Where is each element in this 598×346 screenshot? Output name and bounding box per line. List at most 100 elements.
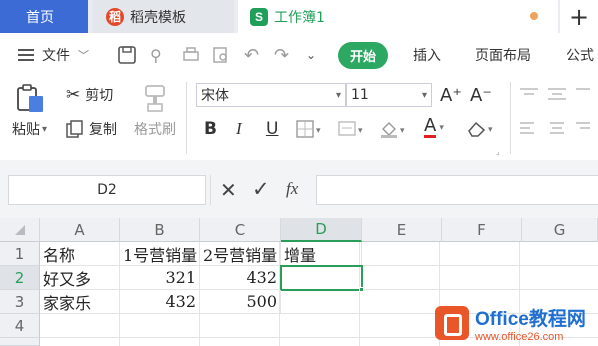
office-logo-icon [435,306,469,340]
redo-icon[interactable]: ↷ [274,33,289,77]
copy-label: 复制 [89,122,117,138]
copy-button[interactable]: 复制 [66,119,117,139]
paste-label: 粘贴 [12,122,40,138]
toolbar-divider [186,82,187,154]
name-box-value: D2 [97,182,117,198]
corner-triangle-icon [14,224,25,235]
fill-color-icon[interactable]: ▾ [380,120,408,138]
cell-a1[interactable]: 名称 [40,242,120,266]
insert-tab-label: 插入 [413,48,441,64]
row-header-3[interactable]: 3 [0,290,40,314]
cell-d1[interactable]: 增量 [281,242,362,266]
tab-bar: 首页 稻 稻壳模板 S 工作簿1 + [0,0,598,33]
watermark-url: www.office26.com [475,330,564,343]
format-painter-icon[interactable] [140,83,170,113]
chevron-down-icon: ﹀ [78,49,89,62]
save-icon[interactable] [118,33,136,77]
unsaved-dot-icon [530,12,538,20]
new-tab-button[interactable]: + [560,0,598,33]
paste-icon[interactable] [14,82,46,114]
paste-button[interactable]: 粘贴 ▾ [12,119,47,139]
cell-c2[interactable]: 432 [200,266,281,290]
cancel-icon[interactable]: ✕ [220,178,237,202]
format-painter-button[interactable]: 格式刷 [134,119,176,139]
column-header-g[interactable]: G [522,218,598,242]
tab-workbook-label: 工作簿1 [274,9,325,26]
font-size-select[interactable]: 11 ▾ [346,83,432,107]
formula-tab[interactable]: 公式 [566,33,594,77]
increase-font-button[interactable]: A⁺ [440,85,462,106]
column-header-a[interactable]: A [40,218,120,242]
formula-input[interactable] [316,175,598,205]
svg-text:▾: ▾ [316,126,321,136]
file-menu[interactable]: 文件 ﹀ [18,33,89,77]
row-header-4[interactable]: 4 [0,314,40,338]
font-name-select[interactable]: 宋体 ▾ [196,83,346,107]
cell-c3[interactable]: 500 [200,290,281,314]
font-size-chevron-icon: ▾ [421,89,427,101]
undo-icon[interactable]: ↶ [244,33,259,77]
link-icon[interactable]: ⚲ [150,33,162,77]
column-header-e[interactable]: E [362,218,442,242]
cell-c1[interactable]: 2号营销量 [200,242,281,266]
file-menu-label: 文件 [42,48,70,64]
formula-tab-label: 公式 [566,48,594,64]
font-color-label: A [424,115,437,138]
italic-button[interactable]: I [236,119,242,139]
name-box[interactable]: D2 [8,175,206,205]
cell-b1[interactable]: 1号营销量 [120,242,200,266]
column-header-b[interactable]: B [120,218,200,242]
watermark: Office教程网 www.office26.com [435,300,598,346]
fill-style-icon[interactable]: ▾ [338,120,366,138]
column-header-c[interactable]: C [200,218,281,242]
tab-home[interactable]: 首页 [0,0,88,33]
start-tab[interactable]: 开始 [338,33,389,77]
cell-b2[interactable]: 321 [120,266,200,290]
row-header-2[interactable]: 2 [0,266,40,290]
cell-b3[interactable]: 432 [120,290,200,314]
align-left-icon[interactable] [520,121,590,135]
cut-button[interactable]: ✂ 剪切 [66,85,113,105]
border-icon[interactable]: ▾ [296,120,324,138]
start-tab-label: 开始 [338,41,389,69]
page-layout-tab-label: 页面布局 [475,48,531,64]
align-top-icon[interactable] [520,87,590,101]
print-icon[interactable] [182,33,200,77]
insert-tab[interactable]: 插入 [413,33,441,77]
ribbon-toolbar: 粘贴 ▾ ✂ 剪切 复制 格式刷 宋体 ▾ 11 ▾ A⁺ A⁻ B I U ▾… [0,77,598,160]
spreadsheet-icon: S [250,7,268,26]
confirm-icon[interactable]: ✓ [252,177,270,201]
font-color-button[interactable]: A ▾ [424,117,444,138]
svg-text:▾: ▾ [358,126,363,136]
fill-handle[interactable] [359,287,364,292]
more-chevron-icon[interactable]: ⌄ [306,33,316,77]
decrease-font-button[interactable]: A⁻ [470,85,492,106]
function-icon[interactable]: fx [286,179,298,199]
column-header-d[interactable]: D [281,218,362,242]
font-group-expand-icon[interactable]: ⌟ [496,147,500,156]
format-painter-label: 格式刷 [134,122,176,138]
underline-button[interactable]: U [266,119,278,139]
tab-daoke-label: 稻壳模板 [130,9,186,26]
paste-chevron-icon: ▾ [42,123,48,135]
eraser-icon[interactable]: ▾ [466,119,498,137]
svg-text:▾: ▾ [400,126,405,136]
bold-button[interactable]: B [204,119,217,139]
cell-a2[interactable]: 好又多 [40,266,120,290]
watermark-title: Office教程网 [475,308,586,330]
row-header-1[interactable]: 1 [0,242,40,266]
row-header-5[interactable] [0,338,40,346]
copy-icon [66,120,83,138]
select-all-corner[interactable] [0,218,40,242]
tab-workbook[interactable]: S 工作簿1 [238,0,558,33]
svg-text:▾: ▾ [488,125,493,135]
font-color-chevron-icon: ▾ [439,122,444,133]
preview-icon[interactable] [212,33,230,77]
font-size-value: 11 [351,87,369,103]
cell-a3[interactable]: 家家乐 [40,290,120,314]
cell-d2-selected[interactable] [280,265,363,291]
formula-bar: D2 ✕ ✓ fx [0,160,598,218]
tab-daoke-templates[interactable]: 稻 稻壳模板 [92,0,234,33]
column-header-f[interactable]: F [442,218,522,242]
page-layout-tab[interactable]: 页面布局 [475,33,531,77]
